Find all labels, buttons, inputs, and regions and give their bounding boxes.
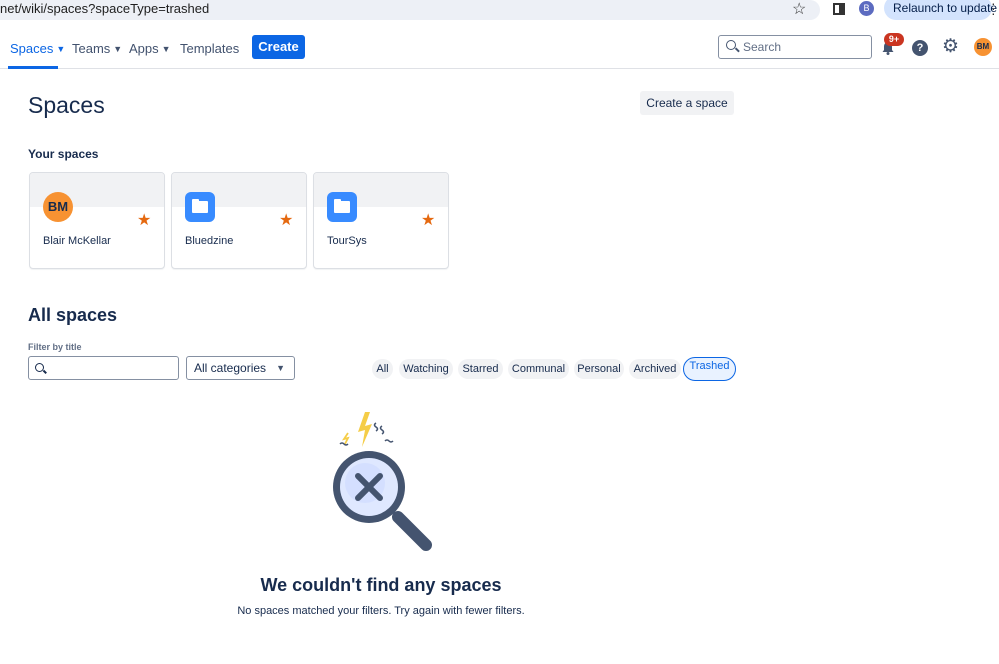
starred-icon[interactable]: ★ (279, 210, 293, 230)
filter-pill-starred[interactable]: Starred (458, 359, 503, 379)
side-panel-icon[interactable] (833, 3, 845, 15)
bookmark-star-icon[interactable]: ☆ (792, 0, 806, 19)
nav-active-indicator (8, 66, 58, 69)
space-name: Blair McKellar (43, 235, 111, 247)
space-avatar: BM (43, 192, 73, 222)
browser-menu-icon[interactable]: · · · (991, 0, 996, 20)
your-spaces-heading: Your spaces (28, 147, 99, 161)
starred-icon[interactable]: ★ (137, 210, 151, 230)
space-icon (327, 192, 357, 222)
space-name: TourSys (327, 235, 367, 247)
empty-search-illustration (325, 405, 437, 553)
empty-state-title: We couldn't find any spaces (260, 575, 502, 595)
starred-icon[interactable]: ★ (421, 210, 435, 230)
chevron-down-icon: ▼ (113, 44, 123, 54)
space-card[interactable]: BM ★ Blair McKellar (29, 172, 165, 269)
browser-profile-avatar[interactable]: B (859, 1, 874, 16)
space-card[interactable]: ★ TourSys (313, 172, 449, 269)
address-bar-url[interactable]: net/wiki/spaces?spaceType=trashed (0, 1, 209, 16)
nav-apps-dropdown[interactable]: Apps ▼ (129, 41, 171, 56)
filter-pill-communal[interactable]: Communal (508, 359, 569, 379)
search-icon (726, 40, 736, 50)
filter-pill-archived[interactable]: Archived (629, 359, 681, 379)
address-bar[interactable]: net/wiki/spaces?spaceType=trashed ☆ (0, 0, 820, 20)
all-spaces-heading: All spaces (28, 305, 118, 325)
empty-state-description: No spaces matched your filters. Try agai… (237, 605, 525, 617)
filter-by-title-input[interactable] (28, 356, 179, 380)
search-input[interactable]: Search (718, 35, 872, 59)
category-select[interactable]: All categories ▼ (186, 356, 295, 380)
browser-toolbar: net/wiki/spaces?spaceType=trashed ☆ B Re… (0, 0, 999, 20)
top-navigation: Spaces ▼ Teams ▼ Apps ▼ Templates Create Se… (0, 27, 999, 69)
nav-templates-link[interactable]: Templates (180, 41, 239, 56)
filter-by-title-label: Filter by title (28, 342, 82, 352)
nav-teams-dropdown[interactable]: Teams ▼ (72, 41, 122, 56)
search-placeholder: Search (743, 40, 782, 54)
folder-icon (192, 199, 208, 213)
filter-pill-personal[interactable]: Personal (574, 359, 624, 379)
filter-pill-trashed[interactable]: Trashed (683, 357, 736, 381)
category-selected-value: All categories (194, 361, 267, 375)
filter-pill-watching[interactable]: Watching (399, 359, 453, 379)
notification-count-badge: 9+ (884, 33, 904, 46)
settings-gear-icon[interactable]: ⚙ (942, 37, 959, 56)
nav-spaces-dropdown[interactable]: Spaces ▼ (10, 41, 65, 56)
chevron-down-icon: ▼ (276, 363, 285, 373)
nav-apps-label: Apps (129, 41, 159, 56)
space-card[interactable]: ★ Bluedzine (171, 172, 307, 269)
nav-spaces-label: Spaces (10, 41, 54, 56)
folder-icon (334, 199, 350, 213)
space-name: Bluedzine (185, 235, 234, 247)
search-icon (35, 363, 44, 372)
space-icon (185, 192, 215, 222)
chevron-down-icon: ▼ (161, 44, 171, 54)
create-button[interactable]: Create (252, 35, 305, 59)
filter-pill-all[interactable]: All (372, 359, 393, 379)
user-avatar[interactable]: BM (974, 38, 992, 56)
nav-teams-label: Teams (72, 41, 111, 56)
chevron-down-icon: ▼ (56, 44, 66, 54)
help-icon[interactable]: ? (912, 40, 928, 56)
create-a-space-button[interactable]: Create a space (640, 91, 734, 115)
page-title: Spaces (28, 92, 105, 118)
relaunch-to-update-button[interactable]: Relaunch to update (884, 0, 997, 20)
